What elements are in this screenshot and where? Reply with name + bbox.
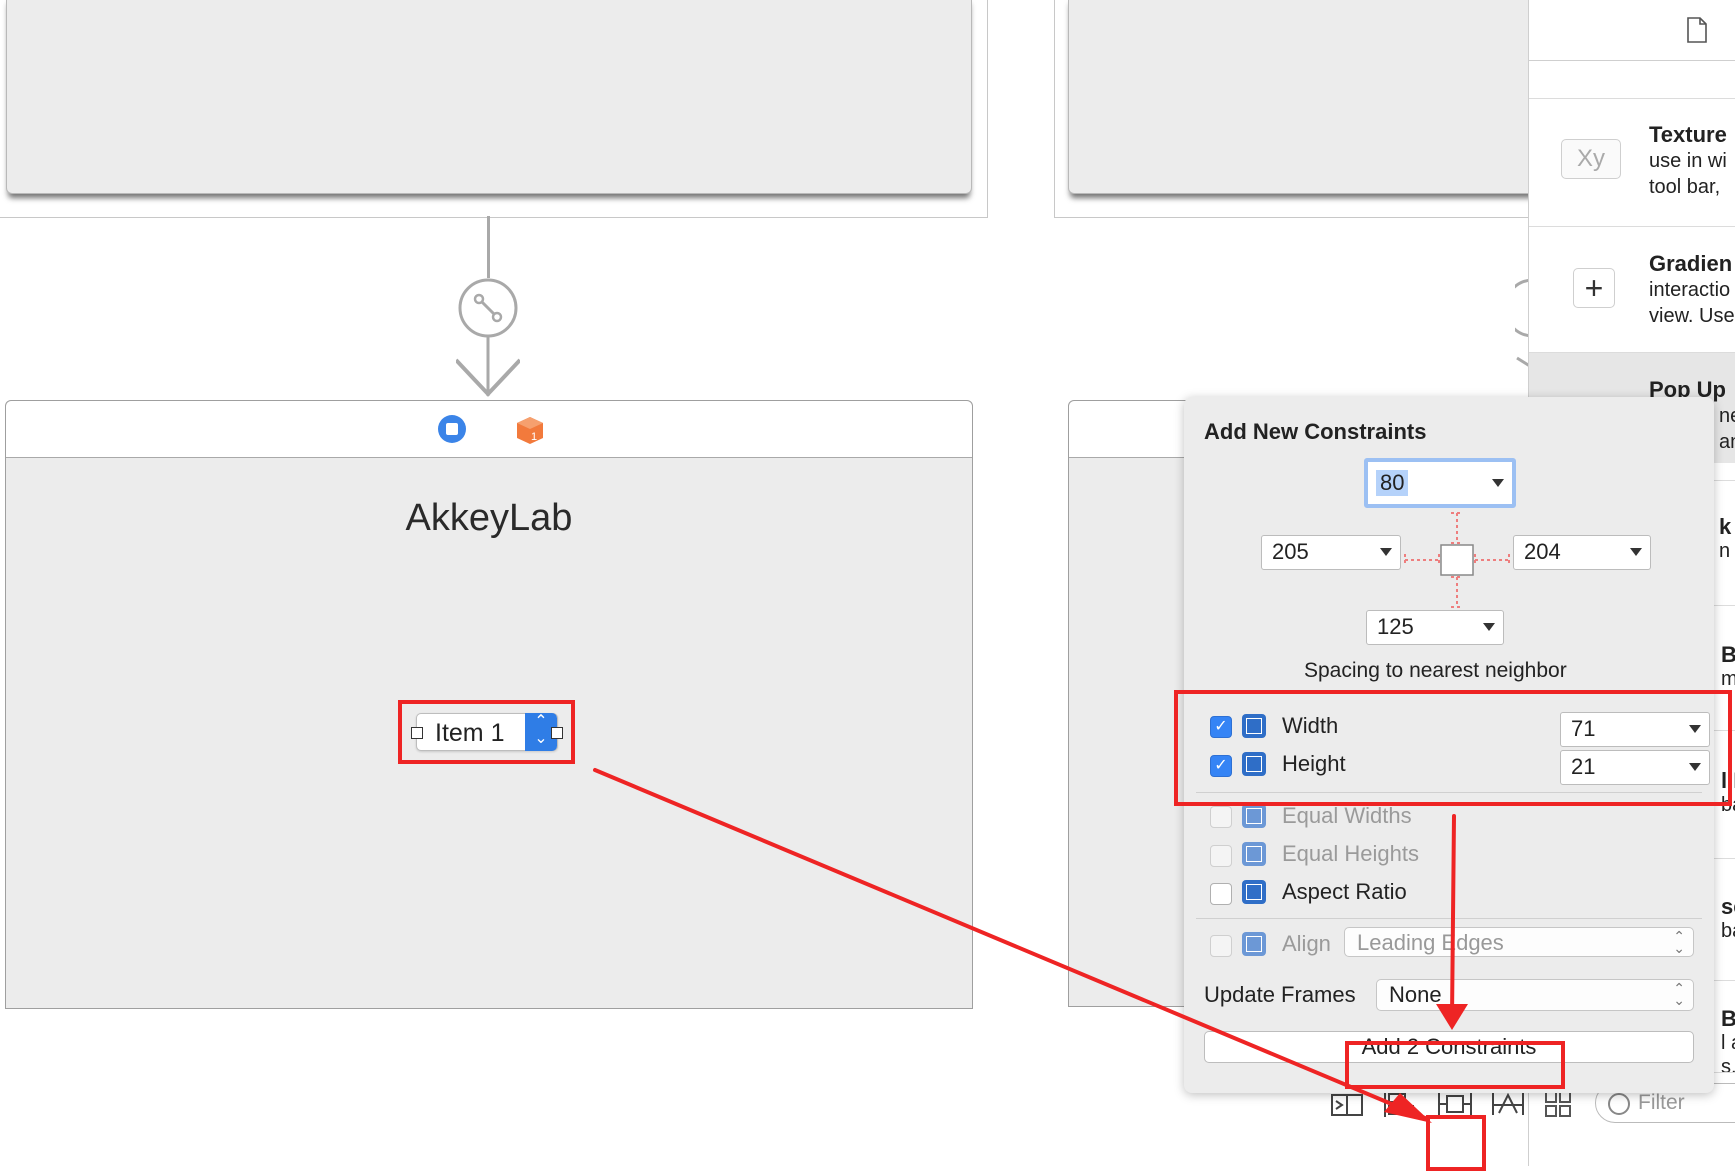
annotation-arrows (593, 768, 1468, 1123)
